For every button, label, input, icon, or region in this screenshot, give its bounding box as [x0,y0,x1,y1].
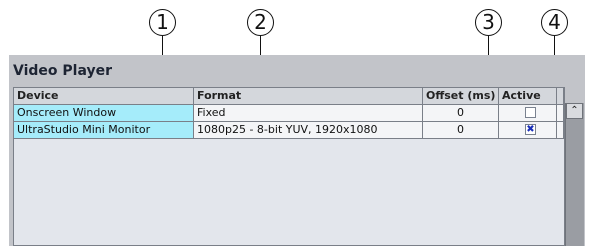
active-cell [499,105,557,122]
column-header-format[interactable]: Format [194,88,423,105]
row-spacer [557,122,564,139]
callout-1: 1 [149,9,176,36]
callout-4: 4 [541,9,568,36]
active-checkbox[interactable] [525,107,536,118]
video-player-panel: Video Player Device Format Offset (ms) A… [9,55,585,246]
column-header-active[interactable]: Active [499,88,557,105]
format-cell[interactable]: 1080p25 - 8-bit YUV, 1920x1080 [194,122,423,139]
offset-cell[interactable]: 0 [423,105,499,122]
device-cell[interactable]: Onscreen Window [14,105,194,122]
table-row[interactable]: UltraStudio Mini Monitor 1080p25 - 8-bit… [14,122,564,139]
column-header-device[interactable]: Device [14,88,194,105]
row-spacer [557,105,564,122]
device-cell[interactable]: UltraStudio Mini Monitor [14,122,194,139]
vertical-scrollbar[interactable]: ⌃ [565,103,584,246]
column-header-spacer [557,88,564,105]
column-header-offset[interactable]: Offset (ms) [423,88,499,105]
panel-title: Video Player [13,63,112,79]
scroll-up-button[interactable]: ⌃ [566,103,583,119]
video-device-table: Device Format Offset (ms) Active Onscree… [13,87,565,246]
active-checkbox[interactable]: ✖ [525,124,536,135]
offset-cell[interactable]: 0 [423,122,499,139]
callout-3: 3 [475,9,502,36]
table-header-row: Device Format Offset (ms) Active [14,88,564,105]
active-cell: ✖ [499,122,557,139]
callout-2: 2 [247,9,274,36]
table-row[interactable]: Onscreen Window Fixed 0 [14,105,564,122]
format-cell[interactable]: Fixed [194,105,423,122]
